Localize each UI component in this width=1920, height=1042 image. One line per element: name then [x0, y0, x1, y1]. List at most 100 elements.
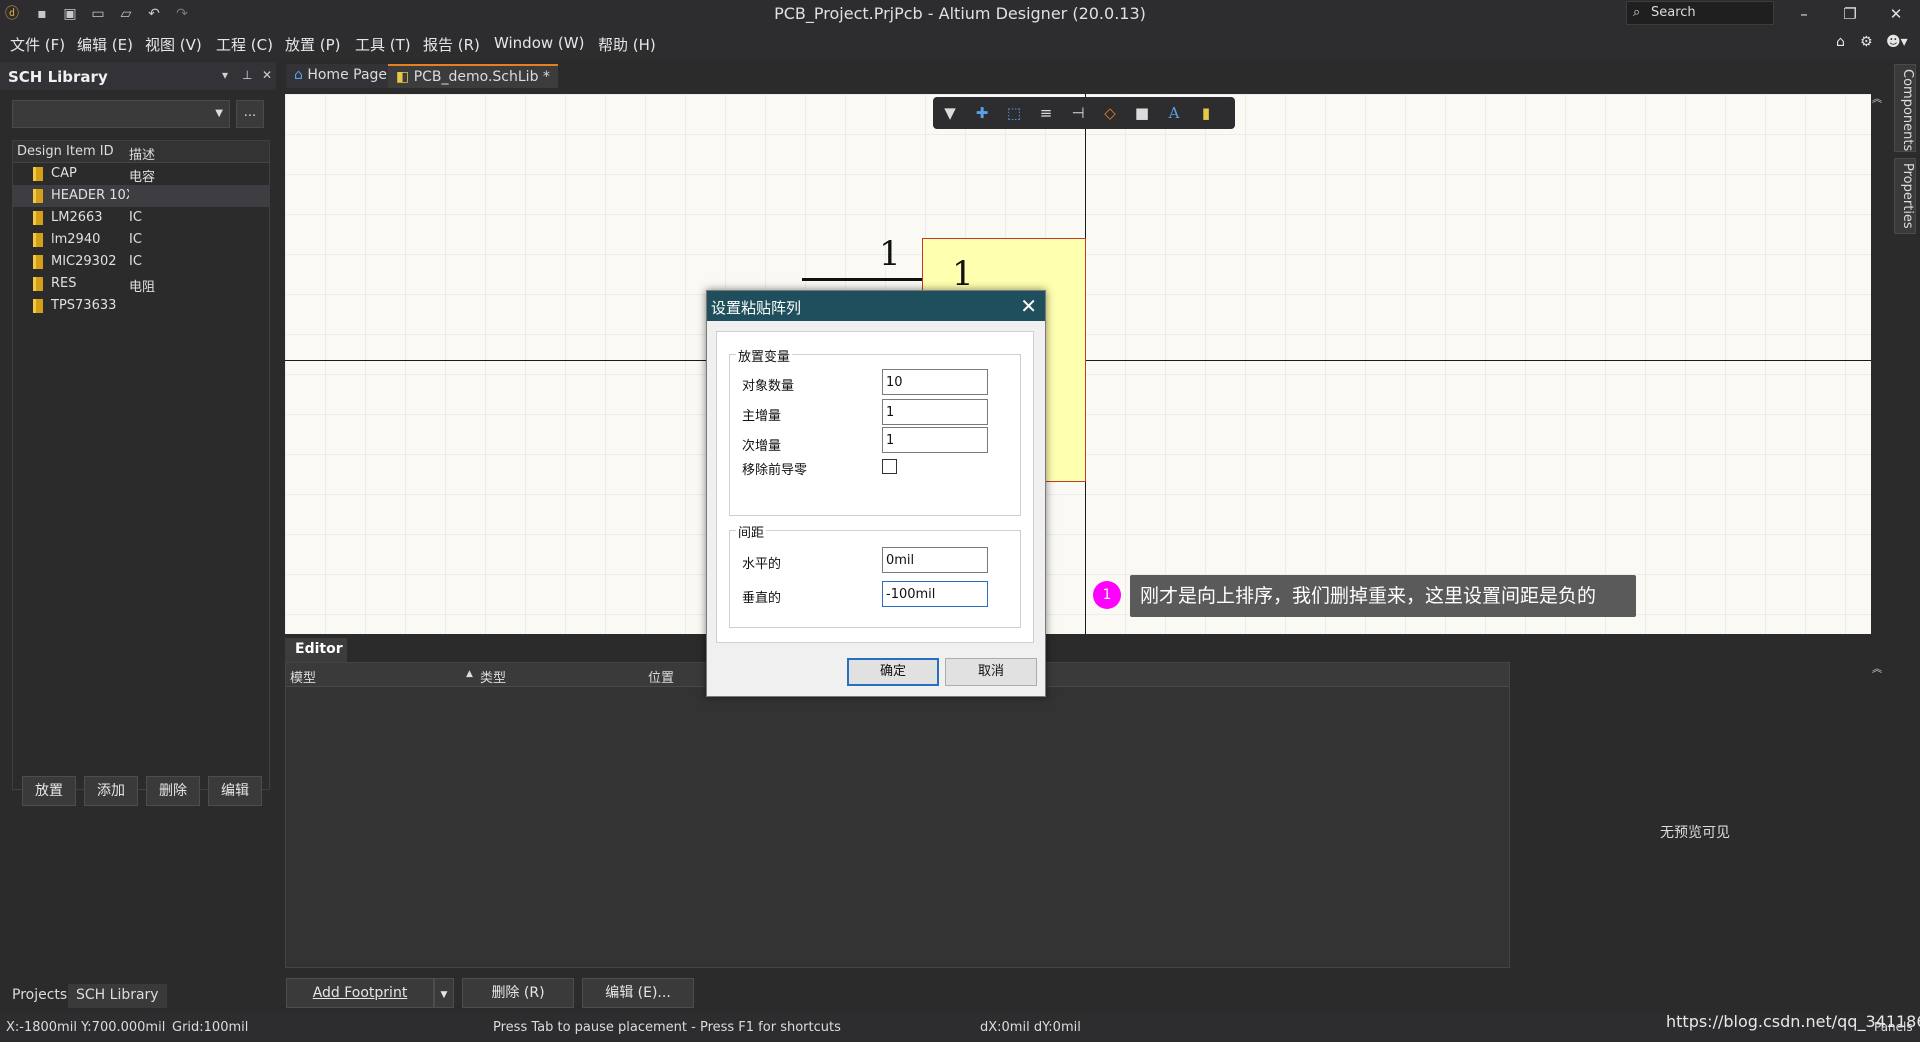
placement-variables-group: 放置变量 对象数量 主增量 次增量 移除前导零	[729, 346, 1021, 516]
tab-home-page[interactable]: ⌂ Home Page	[286, 64, 396, 88]
open-project-icon[interactable]: ▱	[116, 4, 136, 24]
text-icon[interactable]: A	[1163, 102, 1185, 124]
add-footprint-dropdown[interactable]: ▼	[434, 978, 454, 1008]
list-item[interactable]: LM2663 IC	[13, 207, 269, 229]
item-name: MIC29302	[51, 254, 117, 269]
menu-window[interactable]: Window (W)	[494, 34, 584, 52]
place-pin-icon[interactable]: ⊣	[1067, 102, 1089, 124]
gear-icon[interactable]: ⚙	[1860, 34, 1873, 50]
menu-tools[interactable]: 工具 (T)	[355, 34, 411, 55]
ok-button[interactable]: 确定	[847, 658, 939, 686]
library-filter-combo[interactable]: ▼	[12, 100, 230, 128]
close-icon[interactable]: ✕	[1020, 294, 1037, 318]
cancel-button[interactable]: 取消	[945, 658, 1037, 686]
item-name: HEADER 10X2	[51, 188, 129, 203]
draw-shape-icon[interactable]: ◇	[1099, 102, 1121, 124]
tab-label: PCB_demo.SchLib *	[413, 69, 550, 85]
object-count-label: 对象数量	[742, 379, 795, 394]
add-button[interactable]: 添加	[84, 776, 138, 806]
watermark: https://blog.csdn.net/qq_34118600	[1666, 1012, 1920, 1031]
column-location[interactable]: 位置	[648, 667, 674, 686]
menu-project[interactable]: 工程 (C)	[216, 34, 273, 55]
item-description: IC	[129, 210, 142, 225]
tab-components[interactable]: Components	[1894, 64, 1916, 152]
menu-bar: 文件 (F) 编辑 (E) 视图 (V) 工程 (C) 放置 (P) 工具 (T…	[0, 28, 1920, 58]
rectangle-icon[interactable]: ■	[1131, 102, 1153, 124]
remove-leading-zeros-checkbox[interactable]	[882, 459, 897, 474]
minimize-button[interactable]: –	[1782, 0, 1826, 28]
menu-reports[interactable]: 报告 (R)	[423, 34, 480, 55]
menu-help[interactable]: 帮助 (H)	[598, 34, 656, 55]
schematic-canvas[interactable]: 1 1 ▼ ✚ ⬚ ≡ ⊣ ◇ ■ A ▮	[285, 94, 1871, 634]
component-icon[interactable]: ▮	[1195, 102, 1217, 124]
column-model[interactable]: 模型	[290, 667, 316, 686]
dialog-title-bar: 设置粘贴阵列 ✕	[707, 291, 1045, 321]
add-footprint-label: Add Footprint	[312, 985, 408, 1001]
editor-tab[interactable]: Editor	[285, 638, 347, 662]
remove-leading-zeros-label: 移除前导零	[742, 463, 808, 478]
item-name: RES	[51, 276, 77, 291]
list-item[interactable]: lm2940 IC	[13, 229, 269, 251]
tab-projects[interactable]: Projects	[4, 984, 75, 1008]
secondary-increment-label: 次增量	[742, 439, 782, 454]
select-rect-icon[interactable]: ⬚	[1003, 102, 1025, 124]
delete-model-button[interactable]: 删除 (R)	[462, 978, 574, 1008]
sch-library-panel: SCH Library ▾ ⊥ ✕ ▼ ... Design Item ID 描…	[0, 62, 276, 1008]
save-all-icon[interactable]: ▣	[60, 4, 80, 24]
paste-array-dialog: 设置粘贴阵列 ✕ 放置变量 对象数量 主增量 次增量 移除前导零 间距 水平的 …	[706, 290, 1046, 697]
component-icon	[33, 255, 43, 269]
more-button[interactable]: ...	[236, 100, 264, 128]
tab-sch-library[interactable]: SCH Library	[68, 984, 167, 1008]
menu-file[interactable]: 文件 (F)	[10, 34, 65, 55]
tab-properties[interactable]: Properties	[1894, 158, 1916, 234]
search-input[interactable]: ⌕ Search	[1626, 1, 1774, 25]
edit-model-button[interactable]: 编辑 (E)...	[582, 978, 694, 1008]
place-button[interactable]: 放置	[22, 776, 76, 806]
move-cross-icon[interactable]: ✚	[971, 102, 993, 124]
vertical-spacing-input[interactable]	[882, 581, 988, 607]
pin[interactable]	[802, 278, 922, 281]
list-item[interactable]: HEADER 10X2	[13, 185, 269, 207]
open-folder-icon[interactable]: ▭	[88, 4, 108, 24]
item-name: TPS73633	[51, 298, 117, 313]
callout-badge: 1	[1093, 581, 1121, 609]
delta-coordinates: dX:0mil dY:0mil	[980, 1020, 1081, 1035]
add-footprint-button[interactable]: Add Footprint	[286, 978, 434, 1008]
home-icon[interactable]: ⌂	[1836, 34, 1845, 50]
user-icon[interactable]: ☻▾	[1886, 34, 1908, 50]
list-item[interactable]: RES 电阻	[13, 273, 269, 295]
menu-edit[interactable]: 编辑 (E)	[77, 34, 133, 55]
list-item[interactable]: CAP 电容	[13, 163, 269, 185]
pin-name: 1	[952, 254, 974, 294]
component-list: Design Item ID 描述 CAP 电容 HEADER 10X2 LM2663…	[12, 140, 270, 790]
collapse-up-icon[interactable]: ︽	[1872, 660, 1882, 675]
tab-schlib[interactable]: ◧ PCB_demo.SchLib *	[388, 64, 558, 88]
object-count-input[interactable]	[882, 369, 988, 395]
filter-icon[interactable]: ▼	[939, 102, 961, 124]
column-design-item-id[interactable]: Design Item ID	[17, 144, 114, 159]
menu-place[interactable]: 放置 (P)	[285, 34, 341, 55]
panel-menu-icon[interactable]: ▾	[222, 68, 228, 82]
delete-button[interactable]: 删除	[146, 776, 200, 806]
title-bar: ⓓ ▪ ▣ ▭ ▱ ↶ ↷ PCB_Project.PrjPcb - Altiu…	[0, 0, 1920, 28]
secondary-increment-input[interactable]	[882, 427, 988, 453]
column-description[interactable]: 描述	[129, 144, 155, 163]
column-type[interactable]: 类型	[480, 667, 506, 686]
edit-button[interactable]: 编辑	[208, 776, 262, 806]
list-item[interactable]: TPS73633	[13, 295, 269, 317]
primary-increment-input[interactable]	[882, 399, 988, 425]
horizontal-spacing-input[interactable]	[882, 547, 988, 573]
align-icon[interactable]: ≡	[1035, 102, 1057, 124]
redo-icon[interactable]: ↷	[172, 4, 192, 24]
item-description: 电阻	[129, 280, 156, 295]
menu-view[interactable]: 视图 (V)	[145, 34, 202, 55]
panel-close-icon[interactable]: ✕	[262, 68, 272, 82]
vertical-label: 垂直的	[742, 591, 782, 606]
undo-icon[interactable]: ↶	[144, 4, 164, 24]
pin-icon[interactable]: ⊥	[242, 68, 252, 82]
close-window-button[interactable]: ✕	[1874, 0, 1918, 28]
collapse-up-icon[interactable]: ︽	[1872, 90, 1882, 105]
restore-button[interactable]: ❐	[1828, 0, 1872, 28]
save-icon[interactable]: ▪	[32, 4, 52, 24]
list-item[interactable]: MIC29302 IC	[13, 251, 269, 273]
